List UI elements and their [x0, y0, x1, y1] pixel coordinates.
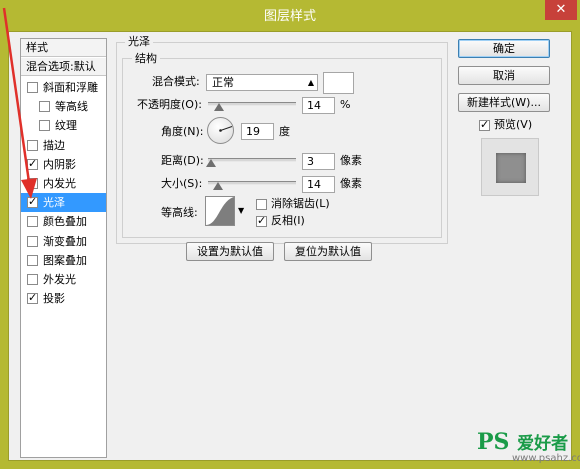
structure-title: 结构 [132, 52, 160, 65]
contour-dropdown-icon[interactable]: ▼ [238, 206, 244, 215]
style-item[interactable]: 颜色叠加 [21, 212, 106, 231]
ok-button[interactable]: 确定 [458, 39, 550, 58]
opacity-input[interactable]: 14 [302, 97, 335, 114]
select-arrows-icon: ▲ [307, 78, 314, 87]
style-item[interactable]: 渐变叠加 [21, 232, 106, 251]
angle-unit: 度 [279, 125, 290, 138]
style-item-checkbox[interactable] [27, 216, 38, 228]
distance-slider[interactable] [208, 158, 296, 162]
style-item-label: 渐变叠加 [43, 234, 87, 248]
contour-preview[interactable] [205, 196, 235, 226]
antialias-label: 消除锯齿(L) [271, 197, 330, 210]
satin-title: 光泽 [125, 35, 153, 48]
style-item-checkbox[interactable] [27, 254, 38, 266]
set-default-button[interactable]: 设置为默认值 [186, 242, 274, 261]
watermark-url: www.psahz.com [512, 453, 580, 464]
distance-slider-thumb[interactable] [206, 159, 216, 167]
angle-dial[interactable] [207, 117, 234, 144]
close-button[interactable]: ✕ [545, 0, 577, 20]
preview-checkbox[interactable]: ✓ [479, 118, 490, 131]
style-item-label: 投影 [43, 292, 65, 306]
opacity-unit: % [340, 98, 351, 111]
invert-checkbox[interactable]: ✓ [256, 214, 267, 227]
blend-mode-label: 混合模式: [152, 75, 200, 88]
watermark-cn: 爱好者 [517, 434, 569, 454]
preview-check-icon: ✓ [480, 118, 490, 131]
style-item-label: 颜色叠加 [43, 215, 87, 229]
style-item-checkbox[interactable] [27, 274, 38, 285]
dialog-body: 样式 混合选项:默认 斜面和浮雕等高线纹理描边✓内阴影✓内发光✓光泽颜色叠加渐变… [8, 31, 572, 461]
antialias-checkbox[interactable] [256, 199, 267, 210]
window-title: 图层样式 [263, 9, 316, 24]
reset-default-button[interactable]: 复位为默认值 [284, 242, 372, 261]
title-bar: 图层样式 ✕ [0, 0, 580, 28]
contour-curve-icon [206, 197, 234, 225]
satin-color-swatch[interactable] [323, 72, 354, 94]
distance-unit: 像素 [340, 154, 362, 167]
annotation-arrow-icon [2, 7, 37, 199]
size-label: 大小(S): [161, 177, 203, 190]
watermark-logo: PS 爱好者 [477, 429, 568, 455]
style-preview [481, 138, 539, 196]
opacity-label: 不透明度(O): [137, 98, 202, 111]
cancel-button[interactable]: 取消 [458, 66, 550, 85]
size-unit: 像素 [340, 177, 362, 190]
size-slider-thumb[interactable] [213, 182, 223, 190]
style-item[interactable]: ✓ 投影 [21, 289, 106, 308]
invert-check-icon: ✓ [257, 214, 267, 227]
preview-label: 预览(V) [494, 118, 533, 131]
preview-swatch [496, 153, 526, 183]
invert-label: 反相(I) [271, 214, 305, 227]
angle-input[interactable]: 19 [241, 123, 274, 140]
style-item-label: 图案叠加 [43, 253, 87, 267]
angle-label: 角度(N): [161, 125, 204, 138]
angle-needle-icon [219, 126, 233, 132]
new-style-button[interactable]: 新建样式(W)... [458, 93, 550, 112]
opacity-slider-thumb[interactable] [214, 103, 224, 111]
layer-style-window: 图层样式 ✕ 样式 混合选项:默认 斜面和浮雕等高线纹理描边✓内阴影✓内发光✓光… [0, 0, 580, 469]
blend-mode-select[interactable]: 正常 ▲ [206, 74, 318, 91]
distance-input[interactable]: 3 [302, 153, 335, 170]
style-item-label: 外发光 [43, 273, 76, 286]
style-item[interactable]: 外发光 [21, 270, 106, 289]
contour-label: 等高线: [161, 206, 198, 219]
style-item-checkbox[interactable] [27, 235, 38, 247]
size-input[interactable]: 14 [302, 176, 335, 193]
blend-mode-value: 正常 [212, 76, 234, 89]
style-item[interactable]: 图案叠加 [21, 251, 106, 270]
style-item-checkbox[interactable]: ✓ [27, 292, 38, 305]
distance-label: 距离(D): [161, 154, 204, 167]
watermark-ps: PS [477, 429, 510, 455]
